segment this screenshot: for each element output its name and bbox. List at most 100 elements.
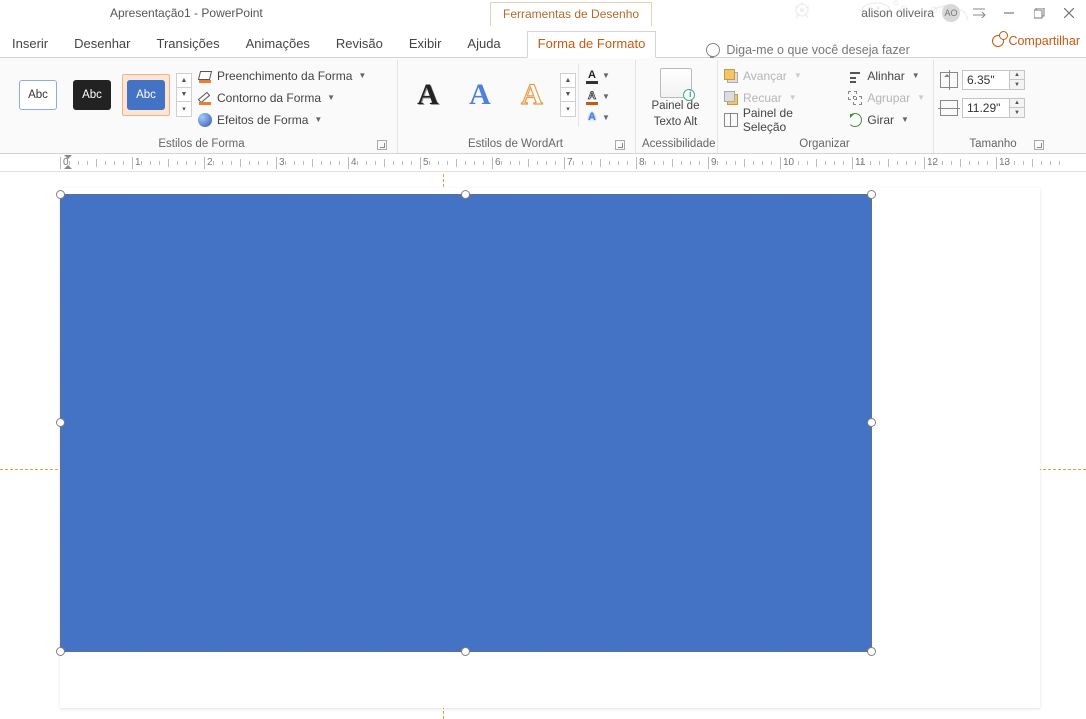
gallery-up-button[interactable]: ▲: [177, 74, 191, 88]
tab-animacoes[interactable]: Animações: [246, 36, 310, 57]
group-label-a11y: Acessibilidade: [642, 136, 709, 153]
wordart-style-2[interactable]: A: [456, 72, 504, 118]
user-name: alison oliveira: [861, 6, 934, 20]
tab-transicoes[interactable]: Transições: [157, 36, 220, 57]
shape-style-2[interactable]: Abc: [68, 74, 116, 116]
alt-text-line1: Painel de: [652, 100, 700, 114]
tab-revisao[interactable]: Revisão: [336, 36, 383, 57]
dialog-launcher[interactable]: [615, 140, 625, 150]
shape-commands: Preenchimento da Forma ▼ Contorno da For…: [198, 64, 366, 129]
group-size: ▲▼ ▲▼ Tamanho: [934, 60, 1054, 153]
send-backward-icon: [724, 91, 738, 105]
resize-handle-l[interactable]: [56, 418, 65, 427]
align-icon: [848, 69, 862, 83]
user-area: alison oliveira AO: [861, 4, 1080, 22]
tab-ajuda[interactable]: Ajuda: [467, 36, 500, 57]
resize-handle-bl[interactable]: [56, 647, 65, 656]
ribbon-options-button[interactable]: [968, 4, 990, 22]
shape-fill-button[interactable]: Preenchimento da Forma ▼: [198, 66, 366, 85]
gallery-more-button[interactable]: ▾: [177, 102, 191, 116]
gallery-up-button[interactable]: ▲: [561, 74, 575, 88]
alt-text-button[interactable]: Painel de Texto Alt: [642, 64, 709, 130]
height-input[interactable]: [963, 71, 1009, 89]
tab-desenhar[interactable]: Desenhar: [74, 36, 130, 57]
resize-handle-t[interactable]: [461, 190, 470, 199]
close-button[interactable]: [1058, 4, 1080, 22]
resize-handle-tl[interactable]: [56, 190, 65, 199]
share-button[interactable]: Compartilhar: [992, 34, 1080, 48]
group-icon: [848, 91, 862, 105]
tab-inserir[interactable]: Inserir: [12, 36, 48, 57]
group-organizer: Avançar▼ Recuar▼ Painel de Seleção Alinh…: [718, 60, 934, 153]
shape-style-3[interactable]: Abc: [122, 74, 170, 116]
wordart-gallery-scroll: ▲ ▼ ▾: [560, 73, 576, 117]
resize-handle-b[interactable]: [461, 647, 470, 656]
text-outline-icon: A: [585, 90, 599, 104]
alt-text-line2: Texto Alt: [654, 116, 697, 130]
group-label-size: Tamanho: [940, 136, 1046, 153]
spin-up[interactable]: ▲: [1010, 71, 1024, 80]
contextual-tab-label: Ferramentas de Desenho: [490, 2, 652, 26]
tell-me-search[interactable]: Diga-me o que você deseja fazer: [706, 43, 909, 57]
organizer-col-1: Avançar▼ Recuar▼ Painel de Seleção: [724, 64, 838, 129]
chevron-down-icon: ▼: [358, 71, 366, 80]
shape-outline-button[interactable]: Contorno da Forma ▼: [198, 88, 366, 107]
align-button[interactable]: Alinhar▼: [848, 66, 925, 85]
shape-effects-button[interactable]: Efeitos de Forma ▼: [198, 110, 366, 129]
bring-forward-icon: [724, 69, 738, 83]
group-shape-styles: Abc Abc Abc ▲ ▼ ▾ Preenchimento da Forma…: [8, 60, 398, 153]
group-button[interactable]: Agrupar▼: [848, 88, 925, 107]
width-control: ▲▼: [940, 98, 1046, 118]
text-outline-button[interactable]: A▼: [585, 87, 610, 106]
ribbon: Abc Abc Abc ▲ ▼ ▾ Preenchimento da Forma…: [0, 58, 1086, 154]
bring-forward-button[interactable]: Avançar▼: [724, 66, 838, 85]
chevron-down-icon: ▼: [327, 93, 335, 102]
shape-effects-label: Efeitos de Forma: [217, 113, 308, 127]
gallery-more-button[interactable]: ▾: [561, 102, 575, 116]
resize-handle-r[interactable]: [867, 418, 876, 427]
user-avatar[interactable]: AO: [942, 4, 960, 22]
send-backward-button[interactable]: Recuar▼: [724, 88, 838, 107]
height-spinner[interactable]: ▲▼: [962, 70, 1025, 90]
gallery-down-button[interactable]: ▼: [177, 88, 191, 102]
group-wordart-styles: A A A ▲ ▼ ▾ A▼ A▼ A▼ Estilos de WordArt: [398, 60, 636, 153]
spin-down[interactable]: ▼: [1010, 80, 1024, 89]
alt-text-icon: [660, 68, 692, 98]
title-bar: Apresentação1 - PowerPoint Ferramentas d…: [0, 0, 1086, 28]
text-effects-button[interactable]: A▼: [585, 108, 610, 127]
rotate-button[interactable]: Girar▼: [848, 110, 925, 129]
minimize-button[interactable]: [998, 4, 1020, 22]
restore-button[interactable]: [1028, 4, 1050, 22]
text-fill-button[interactable]: A▼: [585, 66, 610, 85]
shape-fill-label: Preenchimento da Forma: [217, 69, 352, 83]
wordart-style-3[interactable]: A: [508, 72, 556, 118]
resize-handle-tr[interactable]: [867, 190, 876, 199]
horizontal-ruler: 012345678910111213: [0, 154, 1086, 172]
height-icon: [940, 72, 958, 88]
pencil-icon: [198, 91, 212, 105]
tab-forma-de-formato[interactable]: Forma de Formato: [527, 31, 657, 58]
lightbulb-icon: [706, 43, 720, 57]
canvas-area: [0, 174, 1086, 719]
spin-up[interactable]: ▲: [1010, 99, 1024, 108]
width-input[interactable]: [963, 99, 1009, 117]
group-accessibility: Painel de Texto Alt Acessibilidade: [636, 60, 718, 153]
shape-style-1[interactable]: Abc: [14, 74, 62, 116]
ribbon-tabs: Inserir Desenhar Transições Animações Re…: [0, 28, 1086, 58]
selection-pane-button[interactable]: Painel de Seleção: [724, 110, 838, 129]
dialog-launcher[interactable]: [1034, 140, 1044, 150]
tab-exibir[interactable]: Exibir: [409, 36, 442, 57]
group-label-shape-styles: Estilos de Forma: [14, 136, 389, 153]
text-effects-icon: A: [585, 111, 599, 125]
spin-down[interactable]: ▼: [1010, 108, 1024, 117]
shape-outline-label: Contorno da Forma: [217, 91, 321, 105]
rotate-icon: [848, 113, 862, 127]
share-label: Compartilhar: [1008, 34, 1080, 48]
wordart-gallery: A A A ▲ ▼ ▾: [404, 64, 576, 126]
width-spinner[interactable]: ▲▼: [962, 98, 1025, 118]
gallery-down-button[interactable]: ▼: [561, 88, 575, 102]
wordart-style-1[interactable]: A: [404, 72, 452, 118]
resize-handle-br[interactable]: [867, 647, 876, 656]
dialog-launcher[interactable]: [377, 140, 387, 150]
selected-shape-rectangle[interactable]: [60, 194, 872, 652]
